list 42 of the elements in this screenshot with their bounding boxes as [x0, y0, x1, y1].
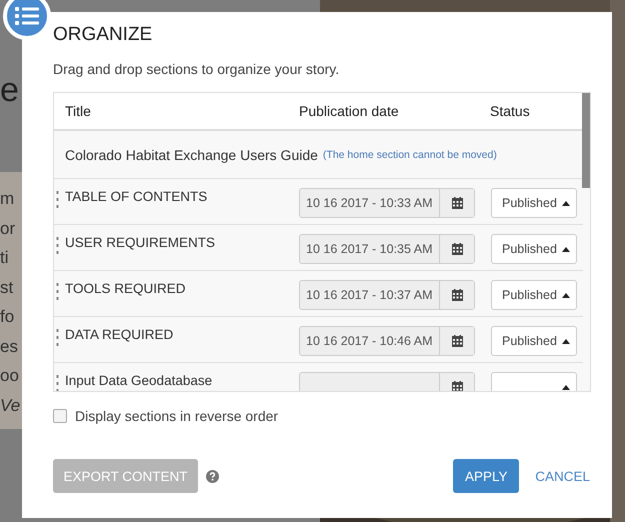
caret-icon	[562, 338, 570, 344]
text-fragment: or	[0, 218, 16, 240]
column-header: Publication date	[299, 103, 400, 119]
scrollbar[interactable]	[582, 93, 590, 188]
status-dropdown[interactable]: Published	[491, 188, 577, 218]
caret-icon	[562, 384, 570, 390]
column-header: Status	[490, 103, 530, 119]
drag-handle-icon[interactable]	[56, 283, 59, 300]
heading-fragment: e	[0, 70, 19, 111]
status-dropdown[interactable]: Published	[491, 234, 577, 264]
text-fragment: ti	[0, 247, 8, 269]
section-title: TABLE OF CONTENTS	[65, 189, 208, 204]
caret-icon	[562, 292, 570, 298]
home-note: (The home section cannot be moved)	[322, 148, 497, 160]
text-fragment: m	[0, 188, 14, 210]
drag-handle-icon[interactable]	[56, 237, 59, 254]
column-header: Title	[65, 103, 92, 119]
checkbox-label: Display sections in reverse order	[75, 408, 278, 424]
dialog-title: ORGANIZE	[53, 23, 154, 47]
text-fragment: oo	[0, 365, 19, 387]
status-dropdown[interactable]: Published	[491, 326, 577, 356]
text-fragment: Ve	[0, 394, 20, 416]
section-title: TOOLS REQUIRED	[65, 281, 187, 296]
section-title: DATA REQUIRED	[65, 327, 174, 342]
apply-button[interactable]: APPLY	[453, 459, 520, 493]
drag-handle-icon[interactable]	[56, 375, 59, 391]
cancel-button[interactable]: CANCEL	[535, 468, 590, 484]
reverse-order-checkbox[interactable]	[53, 409, 67, 423]
drag-handle-icon[interactable]	[56, 329, 59, 346]
section-title: USER REQUIREMENTS	[65, 235, 216, 250]
text-fragment: fo	[0, 306, 14, 328]
list-icon	[15, 6, 39, 26]
drag-handle-icon[interactable]	[56, 191, 59, 208]
text-fragment: st	[0, 276, 14, 298]
caret-icon	[562, 246, 570, 252]
text-fragment: es	[0, 336, 18, 358]
status-dropdown[interactable]: Published	[491, 280, 577, 310]
section-title: Colorado Habitat Exchange Users Guide	[65, 146, 318, 162]
dialog-subtitle: Drag and drop sections to organize your story.	[53, 60, 340, 78]
section-title: Input Data Geodatabase	[65, 373, 214, 388]
caret-icon	[562, 200, 570, 206]
help-icon[interactable]	[206, 470, 219, 482]
